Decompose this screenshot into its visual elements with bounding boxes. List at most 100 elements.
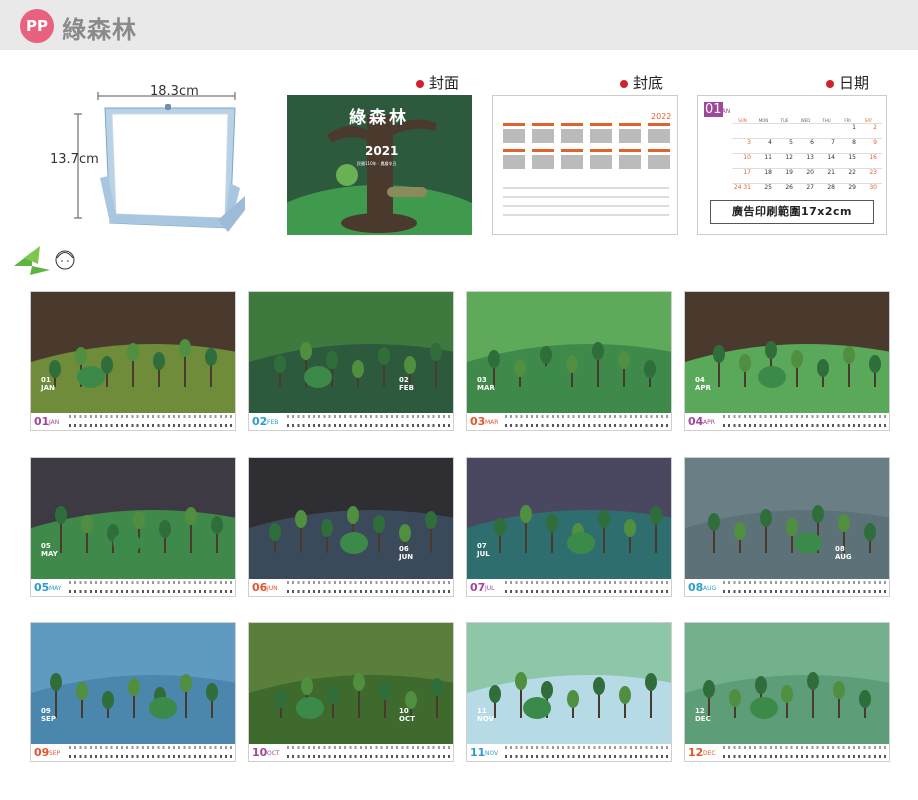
month-artwork: 05 MAY <box>31 458 235 579</box>
artwork-month-label: 06 JUN <box>399 545 414 561</box>
date-cell: 6 <box>810 139 814 146</box>
forest-illustration <box>31 623 235 744</box>
date-row: 17 18 19 20 21 22 23 <box>732 168 882 183</box>
month-artwork: 12 DEC <box>685 623 889 744</box>
month-card-feb: 02 FEB 02 FEB <box>248 291 454 431</box>
date-cell: 15 <box>848 154 856 161</box>
month-abbr: AUG <box>703 585 717 592</box>
date-cell: 28 <box>827 184 835 191</box>
stand-product-image: 18.3cm 13.7cm <box>50 78 260 238</box>
day-ticks <box>69 746 233 759</box>
month-artwork: 08 AUG <box>685 458 889 579</box>
date-label: 日期 <box>839 74 870 92</box>
day-ticks <box>505 415 669 428</box>
page-header: PP 綠森林 <box>0 0 918 50</box>
weekday-label: SAT <box>864 118 873 123</box>
date-cell: 12 <box>785 154 793 161</box>
month-strip: 10 OCT <box>249 744 453 761</box>
month-number: 03 <box>470 415 486 428</box>
month-card-jun: 06 JUN 06 JUN <box>248 457 454 597</box>
date-cell: 20 <box>806 169 814 176</box>
back-label: 封底 <box>633 74 664 92</box>
month-number: 01 <box>34 415 50 428</box>
month-card-aug: 08 AUG 08 AUG <box>684 457 890 597</box>
cover-year: 2021 <box>365 144 399 158</box>
cover-subtitle: 民國110年 · 農曆辛丑 <box>357 161 397 166</box>
month-number: 04 <box>688 415 704 428</box>
cover-preview: 綠森林 2021 民國110年 · 農曆辛丑 <box>287 95 472 235</box>
day-ticks <box>505 581 669 594</box>
month-card-nov: 11 NOV 11 NOV <box>466 622 672 762</box>
weekday-label: SUN <box>738 118 747 123</box>
weekday-label: WED <box>800 118 811 123</box>
month-number: 07 <box>470 581 486 594</box>
back-cover-preview: 2022 <box>492 95 678 235</box>
cover-brand: 綠森林 <box>349 108 409 128</box>
month-card-dec: 12 DEC 12 DEC <box>684 622 890 762</box>
date-row: 10 11 12 13 14 15 16 <box>732 153 882 168</box>
date-cell: 8 <box>852 139 856 146</box>
date-cell: 10 <box>743 154 751 161</box>
date-cell: 16 <box>869 154 877 161</box>
weekday-row: SUN MON TUE WED THU FRI SAT <box>732 118 882 123</box>
day-ticks <box>723 746 887 759</box>
month-card-oct: 10 OCT 10 OCT <box>248 622 454 762</box>
month-number: 02 <box>252 415 268 428</box>
date-cell: 19 <box>785 169 793 176</box>
artwork-month-label: 07 JUL <box>477 542 490 558</box>
weekday-label: TUE <box>780 118 789 123</box>
month-strip: 08 AUG <box>685 579 889 596</box>
forest-illustration <box>249 623 453 744</box>
section-label-back: 封底 <box>620 72 663 93</box>
month-card-may: 05 MAY 05 MAY <box>30 457 236 597</box>
date-calendar-grid: SUN MON TUE WED THU FRI SAT 1 2 3 4 5 6 7 8 9 10 11 12 13 14… <box>732 118 882 198</box>
width-dimension: 18.3cm <box>150 84 199 99</box>
date-cell: 22 <box>848 169 856 176</box>
month-abbr: NOV <box>485 750 499 757</box>
date-cell: 14 <box>827 154 835 161</box>
date-cell: 2 <box>873 124 877 131</box>
weekday-label: MON <box>758 118 769 123</box>
forest-illustration <box>249 458 453 579</box>
artwork-month-label: 01 JAN <box>41 376 55 392</box>
day-ticks <box>505 746 669 759</box>
date-cell: 21 <box>827 169 835 176</box>
month-abbr: FEB <box>267 419 279 426</box>
month-artwork: 10 OCT <box>249 623 453 744</box>
month-card-jan: 01 JAN 01 JAN <box>30 291 236 431</box>
month-number: 11 <box>470 746 486 759</box>
month-number: 06 <box>252 581 268 594</box>
month-abbr: MAR <box>485 419 499 426</box>
date-cell: 24 31 <box>733 184 751 191</box>
month-abbr: SEP <box>49 750 61 757</box>
pp-badge: PP <box>20 9 54 43</box>
height-dimension: 13.7cm <box>50 152 99 167</box>
decoration-leaves <box>10 242 80 277</box>
weekday-label: THU <box>822 118 831 123</box>
date-row: 12 <box>732 123 882 138</box>
month-abbr: JAN <box>49 419 60 426</box>
artwork-month-label: 09 SEP <box>41 707 56 723</box>
month-artwork: 04 APR <box>685 292 889 413</box>
date-row: 24 31 25 26 27 28 29 30 <box>732 183 882 198</box>
date-cell: 26 <box>785 184 793 191</box>
ad-print-area: 廣告印刷範圍17x2cm <box>710 200 874 224</box>
month-number: 08 <box>688 581 704 594</box>
artwork-month-label: 10 OCT <box>399 707 415 723</box>
month-strip: 09 SEP <box>31 744 235 761</box>
date-cell: 23 <box>869 169 877 176</box>
forest-illustration <box>685 458 889 579</box>
red-dot-icon <box>826 79 834 88</box>
month-number: 05 <box>34 581 50 594</box>
red-dot-icon <box>620 79 628 88</box>
date-page-preview: 01 JAN SUN MON TUE WED THU FRI SAT 1 2 3 4 5 6 7 8 9 10 1… <box>697 95 887 235</box>
date-month-abbr: JAN <box>720 108 731 115</box>
forest-illustration <box>685 292 889 413</box>
day-ticks <box>723 415 887 428</box>
month-card-apr: 04 APR 04 APR <box>684 291 890 431</box>
artwork-month-label: 05 MAY <box>41 542 58 558</box>
weekday-label: FRI <box>844 118 851 123</box>
date-row: 3 4 5 6 7 8 9 <box>732 138 882 153</box>
month-strip: 11 NOV <box>467 744 671 761</box>
forest-illustration <box>467 292 671 413</box>
